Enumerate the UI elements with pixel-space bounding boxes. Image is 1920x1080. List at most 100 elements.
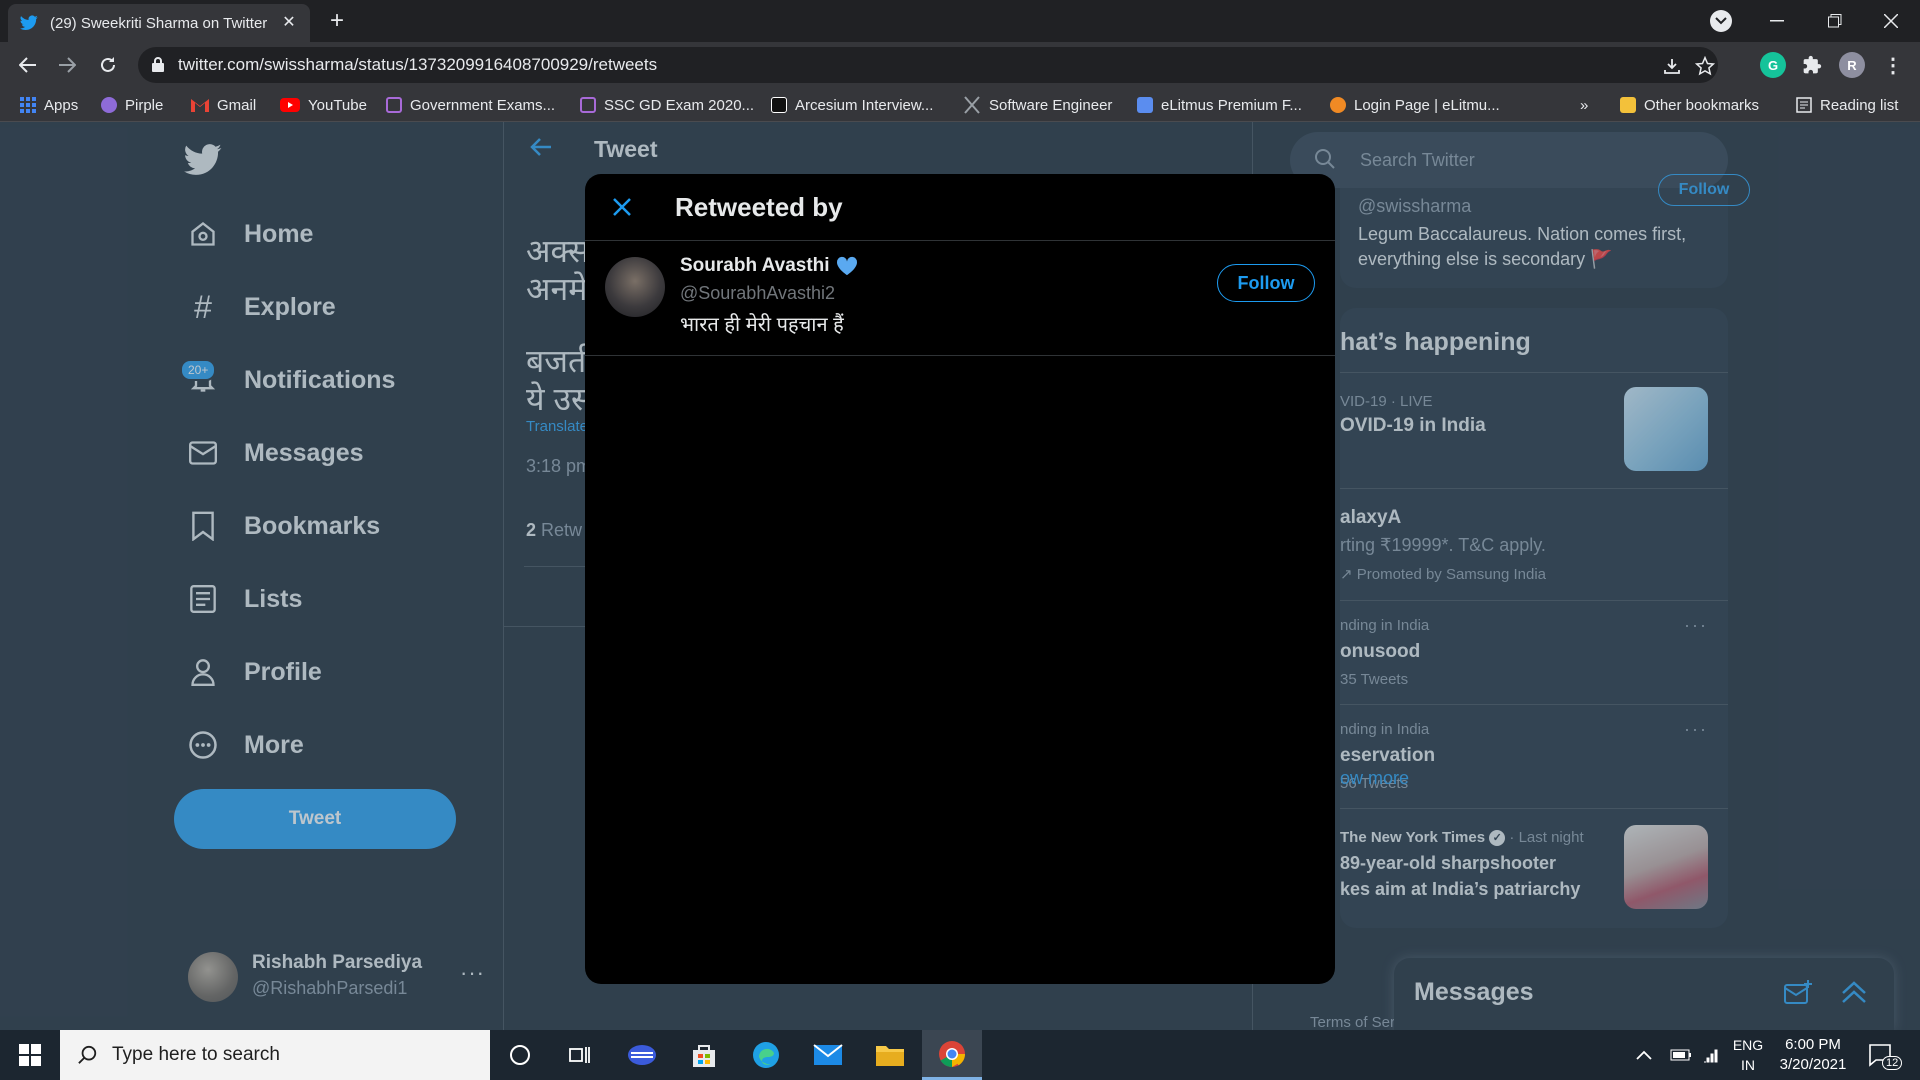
url-text[interactable]: twitter.com/swissharma/status/1373209916…	[178, 55, 657, 75]
browser-tab-strip: (29) Sweekriti Sharma on Twitter: ✕ +	[0, 0, 1920, 42]
apps-grid-icon	[20, 97, 36, 113]
reload-button[interactable]	[94, 51, 122, 79]
bookmark-label: YouTube	[308, 96, 367, 114]
language-code: ENG	[1732, 1037, 1764, 1053]
follow-button[interactable]: Follow	[1217, 264, 1315, 302]
tab-close-icon[interactable]: ✕	[280, 14, 298, 32]
user-bio: भारत ही मेरी पहचान हैं	[680, 314, 844, 336]
minimize-button[interactable]	[1748, 0, 1806, 42]
new-tab-button[interactable]: +	[324, 8, 350, 34]
retweeted-by-modal: Retweeted by Sourabh Avasthi @SourabhAva…	[585, 174, 1335, 984]
bookmark-label: Government Exams...	[410, 96, 556, 114]
x-favicon-icon	[963, 96, 981, 114]
grammarly-extension-icon[interactable]: G	[1760, 52, 1786, 78]
address-bar[interactable]: twitter.com/swissharma/status/1373209916…	[138, 47, 1718, 83]
bookmark-label: eLitmus Premium F...	[1161, 96, 1302, 114]
file-explorer-icon[interactable]	[860, 1030, 920, 1080]
youtube-icon	[280, 98, 300, 112]
battery-icon[interactable]	[1670, 1030, 1692, 1080]
bookmark-elitmus-premium[interactable]: eLitmus Premium F...	[1137, 94, 1302, 116]
user-list-item[interactable]: Sourabh Avasthi @SourabhAvasthi2 भारत ही…	[585, 241, 1335, 356]
site-favicon-icon	[386, 97, 402, 113]
bookmark-star-icon[interactable]	[1694, 55, 1716, 77]
site-favicon-icon	[1330, 97, 1346, 113]
app-launcher-icon[interactable]	[612, 1030, 672, 1080]
browser-toolbar: twitter.com/swissharma/status/1373209916…	[0, 42, 1920, 88]
bookmark-arcesium[interactable]: Arcesium Interview...	[771, 94, 933, 116]
region-code: IN	[1741, 1057, 1755, 1073]
bookmark-label: Reading list	[1820, 96, 1899, 114]
bookmark-software-engineer[interactable]: Software Engineer	[963, 94, 1112, 116]
extensions-puzzle-icon[interactable]	[1799, 52, 1825, 78]
site-favicon-icon	[1137, 97, 1153, 113]
chevron-up-icon	[1636, 1050, 1652, 1060]
start-button[interactable]	[0, 1030, 60, 1080]
bookmark-government-exams[interactable]: Government Exams...	[386, 94, 555, 116]
bookmark-pirple[interactable]: Pirple	[101, 94, 163, 116]
twitter-page: Home # Explore 20+ Notifications Message…	[0, 122, 1920, 1030]
pirple-favicon-icon	[101, 97, 117, 113]
bookmark-gmail[interactable]: Gmail	[191, 94, 256, 116]
chrome-taskbar-icon[interactable]	[922, 1030, 982, 1080]
site-favicon-icon	[580, 97, 596, 113]
heart-emoji-icon	[836, 256, 858, 276]
system-clock[interactable]: 6:00 PM 3/20/2021	[1768, 1035, 1858, 1075]
windows-taskbar: Type here to search ENG IN 6:00 PM 3/20/…	[0, 1030, 1920, 1080]
bookmark-label: Apps	[44, 96, 79, 114]
back-button[interactable]	[14, 51, 42, 79]
microsoft-store-icon[interactable]	[674, 1030, 734, 1080]
close-window-button[interactable]	[1862, 0, 1920, 42]
cortana-icon[interactable]	[490, 1030, 550, 1080]
modal-header: Retweeted by	[585, 174, 1335, 241]
user-handle: @SourabhAvasthi2	[680, 283, 836, 303]
windows-logo-icon	[19, 1044, 41, 1066]
bookmarks-overflow-button[interactable]: »	[1580, 94, 1588, 116]
bookmark-label: SSC GD Exam 2020...	[604, 96, 755, 114]
avatar[interactable]	[605, 257, 665, 317]
other-bookmarks[interactable]: Other bookmarks	[1620, 94, 1759, 116]
forward-button[interactable]	[53, 51, 81, 79]
search-icon	[78, 1045, 98, 1065]
tab-search-button[interactable]	[1710, 10, 1732, 32]
site-favicon-icon	[771, 97, 787, 113]
user-name[interactable]: Sourabh Avasthi	[680, 255, 858, 277]
reading-list-icon	[1796, 97, 1812, 113]
input-language[interactable]: ENG IN	[1730, 1035, 1766, 1075]
lock-icon[interactable]	[152, 57, 164, 72]
clock-date: 3/20/2021	[1779, 1056, 1847, 1073]
close-icon[interactable]	[607, 192, 637, 222]
gmail-icon	[191, 98, 209, 112]
forward-arrow-icon	[59, 57, 76, 73]
bookmark-ssc-gd[interactable]: SSC GD Exam 2020...	[580, 94, 754, 116]
profile-avatar[interactable]: R	[1839, 52, 1865, 78]
action-center-icon[interactable]: 12	[1868, 1030, 1903, 1080]
bookmark-label: Arcesium Interview...	[795, 96, 934, 114]
bookmark-label: Other bookmarks	[1644, 96, 1760, 114]
twitter-bird-icon	[20, 15, 38, 31]
install-app-icon[interactable]	[1661, 55, 1683, 77]
reading-list[interactable]: Reading list	[1796, 94, 1898, 116]
user-display-name: Sourabh Avasthi	[680, 255, 830, 276]
bookmark-label: Login Page | eLitmu...	[1354, 96, 1500, 114]
task-view-icon[interactable]	[550, 1030, 610, 1080]
chevron-down-icon	[1715, 17, 1727, 25]
bookmark-label: Pirple	[125, 96, 164, 114]
wifi-icon[interactable]	[1702, 1030, 1722, 1080]
bookmark-apps[interactable]: Apps	[20, 94, 78, 116]
browser-menu-icon[interactable]: ⋮	[1880, 52, 1906, 78]
show-hidden-icons[interactable]	[1636, 1030, 1652, 1080]
bookmark-label: Gmail	[217, 96, 257, 114]
bookmark-youtube[interactable]: YouTube	[280, 94, 367, 116]
taskbar-search-placeholder: Type here to search	[112, 1044, 280, 1065]
bookmark-elitmus-login[interactable]: Login Page | eLitmu...	[1330, 94, 1500, 116]
reload-icon	[101, 57, 115, 72]
taskbar-search-input[interactable]: Type here to search	[60, 1030, 490, 1080]
bookmark-label: Software Engineer	[989, 96, 1113, 114]
bookmarks-bar: Apps Pirple Gmail YouTube Government Exa…	[0, 88, 1920, 122]
back-arrow-icon	[19, 57, 36, 73]
edge-browser-icon[interactable]	[736, 1030, 796, 1080]
restore-button[interactable]	[1806, 0, 1864, 42]
browser-tab[interactable]: (29) Sweekriti Sharma on Twitter: ✕	[8, 4, 310, 42]
notification-count-badge: 12	[1882, 1056, 1903, 1070]
mail-icon[interactable]	[798, 1030, 858, 1080]
